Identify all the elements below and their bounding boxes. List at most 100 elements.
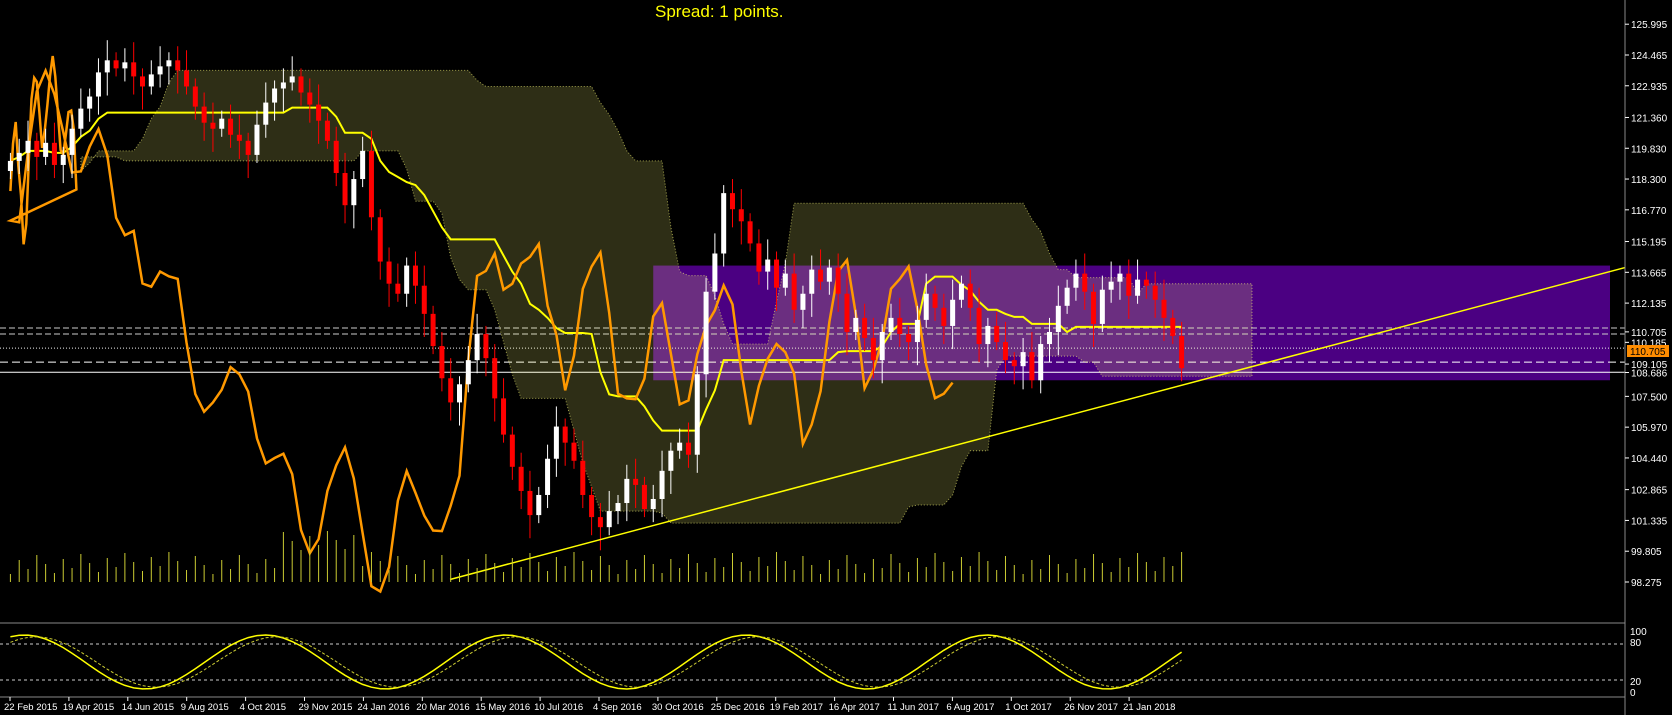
candle-body[interactable] bbox=[985, 325, 991, 345]
candle-body[interactable] bbox=[492, 358, 498, 399]
candle-body[interactable] bbox=[1011, 360, 1017, 367]
candle-body[interactable] bbox=[157, 66, 163, 75]
candle-body[interactable] bbox=[518, 466, 524, 491]
candle-body[interactable] bbox=[1126, 273, 1132, 296]
candle-body[interactable] bbox=[465, 360, 471, 385]
candle-body[interactable] bbox=[501, 398, 507, 435]
candle-body[interactable] bbox=[703, 291, 709, 375]
candle-body[interactable] bbox=[853, 317, 859, 332]
candle-body[interactable] bbox=[298, 76, 304, 93]
candle-body[interactable] bbox=[87, 96, 93, 109]
candle-body[interactable] bbox=[747, 221, 753, 244]
candle-body[interactable] bbox=[263, 102, 269, 125]
price-chart[interactable]: Spread: 1 points. 125.995 124.465 122.935 1… bbox=[0, 0, 1672, 715]
candle-body[interactable] bbox=[60, 154, 66, 165]
candle-body[interactable] bbox=[377, 217, 383, 262]
candle-body[interactable] bbox=[184, 70, 190, 87]
candle-body[interactable] bbox=[721, 193, 727, 254]
candle-body[interactable] bbox=[712, 253, 718, 292]
candle-body[interactable] bbox=[474, 333, 480, 361]
candle-body[interactable] bbox=[139, 76, 145, 87]
candle-body[interactable] bbox=[641, 484, 647, 510]
candle-body[interactable] bbox=[386, 261, 392, 284]
candle-body[interactable] bbox=[25, 140, 31, 153]
candle-body[interactable] bbox=[395, 283, 401, 294]
candle-body[interactable] bbox=[976, 307, 982, 345]
candle-body[interactable] bbox=[439, 346, 445, 379]
candle-body[interactable] bbox=[606, 511, 612, 528]
candle-body[interactable] bbox=[333, 140, 339, 174]
candle-body[interactable] bbox=[430, 313, 436, 347]
candle-body[interactable] bbox=[34, 140, 40, 157]
candle-body[interactable] bbox=[509, 434, 515, 467]
candle-body[interactable] bbox=[7, 160, 13, 171]
candle-body[interactable] bbox=[1108, 281, 1114, 290]
candle-body[interactable] bbox=[342, 173, 348, 206]
candle-body[interactable] bbox=[166, 60, 172, 67]
candle-body[interactable] bbox=[148, 74, 154, 87]
candle-body[interactable] bbox=[765, 259, 771, 272]
candle-body[interactable] bbox=[43, 142, 49, 157]
candle-body[interactable] bbox=[536, 494, 542, 516]
candle-body[interactable] bbox=[826, 267, 832, 282]
candle-body[interactable] bbox=[818, 269, 824, 282]
candle-body[interactable] bbox=[1038, 344, 1044, 381]
candle-body[interactable] bbox=[800, 293, 806, 310]
candle-body[interactable] bbox=[1152, 285, 1158, 300]
candle-body[interactable] bbox=[457, 384, 463, 403]
candle-body[interactable] bbox=[324, 120, 330, 141]
candle-body[interactable] bbox=[677, 442, 683, 451]
candle-body[interactable] bbox=[316, 104, 322, 121]
candle-body[interactable] bbox=[914, 319, 920, 343]
candle-body[interactable] bbox=[368, 150, 374, 218]
candle-body[interactable] bbox=[1099, 289, 1105, 324]
candle-body[interactable] bbox=[941, 307, 947, 326]
candle-body[interactable] bbox=[589, 494, 595, 518]
candle-body[interactable] bbox=[668, 450, 674, 471]
candle-body[interactable] bbox=[1002, 342, 1008, 361]
candle-body[interactable] bbox=[1091, 291, 1097, 324]
candle-body[interactable] bbox=[1047, 331, 1053, 345]
candle-body[interactable] bbox=[1020, 352, 1026, 367]
candle-body[interactable] bbox=[351, 179, 357, 206]
candle-body[interactable] bbox=[685, 442, 691, 455]
candle-body[interactable] bbox=[245, 140, 251, 155]
candle-body[interactable] bbox=[272, 88, 278, 103]
candle-body[interactable] bbox=[131, 62, 137, 77]
candle-body[interactable] bbox=[906, 333, 912, 343]
candle-body[interactable] bbox=[950, 299, 956, 326]
candle-body[interactable] bbox=[624, 478, 630, 504]
candle-body[interactable] bbox=[1064, 287, 1070, 306]
candle-body[interactable] bbox=[236, 134, 242, 141]
candle-body[interactable] bbox=[210, 122, 216, 129]
candle-body[interactable] bbox=[923, 293, 929, 320]
candle-body[interactable] bbox=[69, 128, 75, 155]
candle-body[interactable] bbox=[580, 460, 586, 495]
candle-body[interactable] bbox=[1082, 273, 1088, 292]
candle-body[interactable] bbox=[483, 333, 489, 359]
candle-body[interactable] bbox=[192, 86, 198, 107]
candle-body[interactable] bbox=[1073, 273, 1079, 288]
candle-body[interactable] bbox=[1161, 299, 1167, 318]
candle-body[interactable] bbox=[1117, 273, 1123, 282]
candle-body[interactable] bbox=[562, 426, 568, 443]
candle-body[interactable] bbox=[412, 265, 418, 286]
candle-body[interactable] bbox=[95, 72, 101, 97]
candle-body[interactable] bbox=[113, 60, 119, 69]
candle-body[interactable] bbox=[360, 150, 366, 180]
candle-body[interactable] bbox=[597, 517, 603, 528]
candle-body[interactable] bbox=[78, 108, 84, 129]
candle-body[interactable] bbox=[729, 193, 735, 210]
candle-body[interactable] bbox=[1170, 317, 1176, 336]
candle-body[interactable] bbox=[694, 374, 700, 455]
candle-body[interactable] bbox=[782, 273, 788, 288]
candle-body[interactable] bbox=[615, 503, 621, 512]
candle-body[interactable] bbox=[16, 152, 22, 161]
candle-body[interactable] bbox=[219, 118, 225, 129]
candle-body[interactable] bbox=[1135, 279, 1141, 296]
candle-body[interactable] bbox=[51, 142, 57, 165]
candle-body[interactable] bbox=[571, 442, 577, 461]
candle-body[interactable] bbox=[897, 317, 903, 334]
candle-body[interactable] bbox=[421, 285, 427, 314]
candle-body[interactable] bbox=[888, 317, 894, 332]
